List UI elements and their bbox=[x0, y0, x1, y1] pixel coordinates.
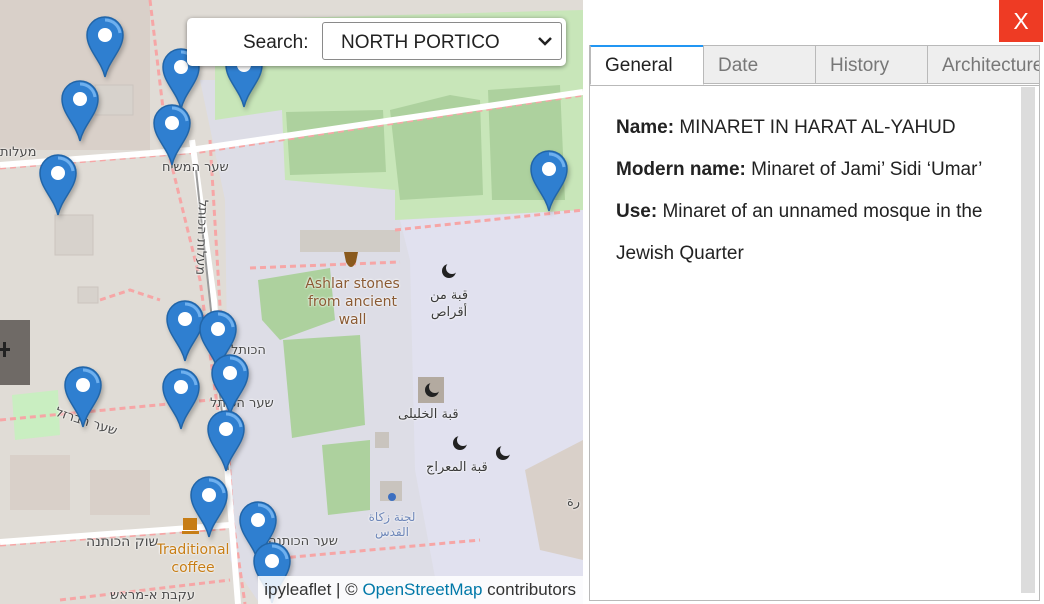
general-content: Name: MINARET IN HARAT AL-YAHUD Modern n… bbox=[616, 115, 1001, 291]
field-use-value: Minaret of an unnamed mosque in the Jewi… bbox=[616, 201, 983, 264]
field-name-value: MINARET IN HARAT AL-YAHUD bbox=[679, 117, 956, 138]
field-modern-name-label: Modern name: bbox=[616, 159, 746, 180]
tab-architecture[interactable]: Architecture bbox=[927, 45, 1039, 84]
search-selected-value: NORTH PORTICO bbox=[341, 32, 500, 53]
info-panel: General Date History Architecture Name: … bbox=[589, 45, 1040, 601]
map-marker-pin-icon[interactable] bbox=[530, 150, 568, 212]
attribution-suffix: contributors bbox=[482, 580, 576, 599]
map-marker-pin-icon[interactable] bbox=[61, 80, 99, 142]
label-ashlar-stones: Ashlar stones from ancient wall bbox=[305, 276, 400, 328]
map-marker-pin-icon[interactable] bbox=[207, 410, 245, 472]
map-marker-pin-icon[interactable] bbox=[211, 354, 249, 416]
field-name-label: Name: bbox=[616, 117, 675, 138]
search-select[interactable]: NORTH PORTICO bbox=[322, 22, 562, 60]
attribution-prefix: ipyleaflet | © bbox=[264, 580, 363, 599]
label-akavat-a-marash: עקבת א-מראש bbox=[110, 588, 196, 603]
label-traditional-coffee: Traditional coffee bbox=[156, 542, 230, 576]
field-name: Name: MINARET IN HARAT AL-YAHUD bbox=[616, 115, 1001, 141]
search-control: Search: NORTH PORTICO bbox=[187, 18, 566, 66]
tab-date[interactable]: Date bbox=[703, 45, 816, 84]
label-qubba-min-aqras: قبة من أقراص bbox=[429, 288, 469, 320]
close-button[interactable]: X bbox=[999, 0, 1043, 42]
field-modern-name: Modern name: Minaret of Jami’ Sidi ‘Umar… bbox=[616, 157, 1001, 183]
map-marker-pin-icon[interactable] bbox=[190, 476, 228, 538]
tab-bar: General Date History Architecture bbox=[590, 45, 1039, 86]
tab-history[interactable]: History bbox=[815, 45, 928, 84]
tab-general[interactable]: General bbox=[590, 45, 704, 85]
map-marker-pin-icon[interactable] bbox=[64, 366, 102, 428]
label-maalot: מעלות bbox=[0, 145, 37, 160]
chevron-down-icon bbox=[538, 37, 552, 46]
label-qubba-al-miraj: قبة المعراج bbox=[426, 460, 488, 475]
label-ra: رة bbox=[567, 495, 581, 510]
map-marker-pin-icon[interactable] bbox=[39, 154, 77, 216]
field-use-label: Use: bbox=[616, 201, 658, 222]
openstreetmap-link[interactable]: OpenStreetMap bbox=[362, 580, 482, 599]
map-marker-pin-icon[interactable] bbox=[153, 104, 191, 166]
map-marker-pin-icon[interactable] bbox=[162, 368, 200, 430]
panel-scrollbar[interactable] bbox=[1021, 87, 1035, 593]
search-label: Search: bbox=[243, 32, 309, 53]
map-marker-pin-icon[interactable] bbox=[86, 16, 124, 78]
map[interactable]: Ashlar stones from ancient wall Traditio… bbox=[0, 0, 583, 604]
field-modern-name-value: Minaret of Jami’ Sidi ‘Umar’ bbox=[751, 159, 983, 180]
label-maalot-hakotel: מעלות הכותל bbox=[192, 199, 210, 276]
map-attribution: ipyleaflet | © OpenStreetMap contributor… bbox=[258, 576, 583, 604]
label-qubba-al-khalili: قبة الخليلى bbox=[398, 407, 459, 422]
label-shuk-hakotna: שוק הכותנה bbox=[86, 534, 159, 550]
field-use: Use: Minaret of an unnamed mosque in the… bbox=[616, 191, 1001, 275]
label-lajnat-zakat: لجنة زكاة القدس bbox=[368, 510, 416, 539]
